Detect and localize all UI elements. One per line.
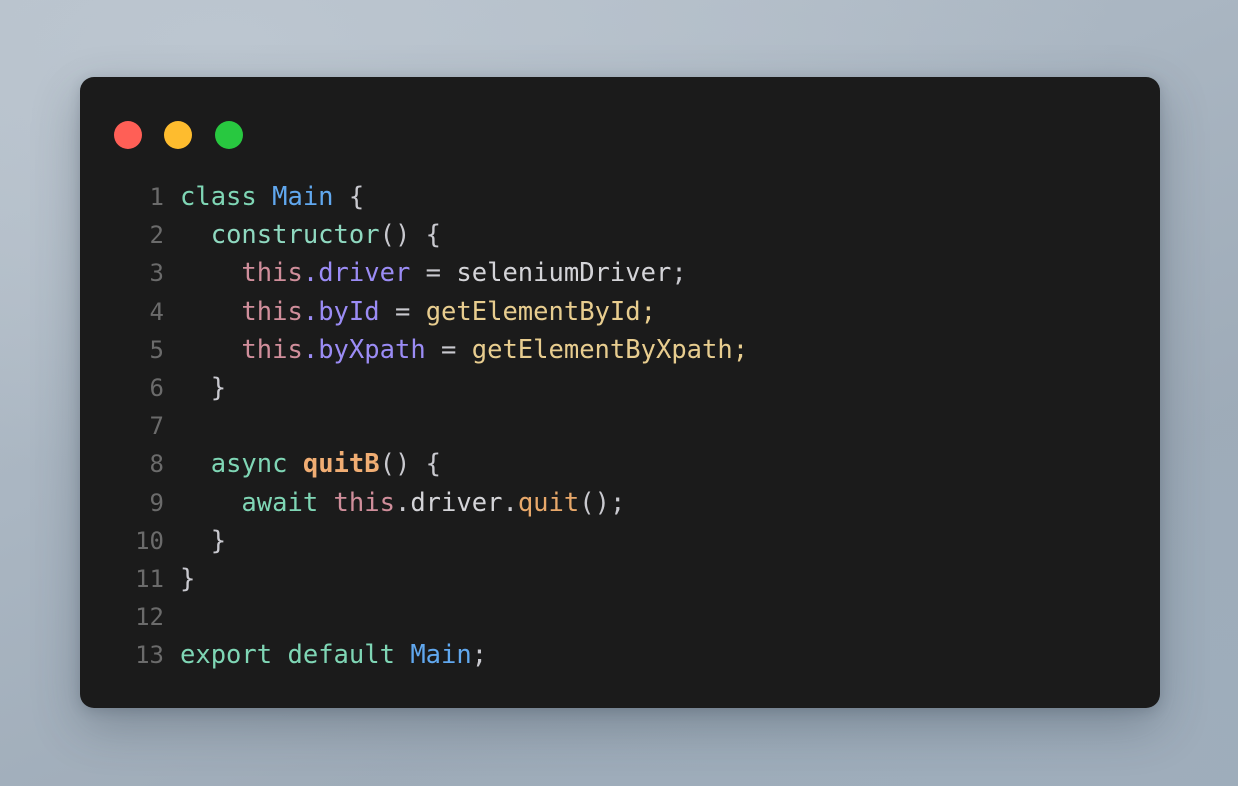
- code-token: .: [302, 296, 319, 327]
- code-token: getElementById: [425, 296, 641, 327]
- code-token: default: [287, 640, 395, 671]
- code-line-content: this.byXpath = getElementByXpath;: [180, 331, 748, 369]
- code-token: Main: [410, 640, 472, 671]
- code-token: Main: [272, 182, 334, 212]
- code-line: 9 await this.driver.quit();: [80, 484, 1160, 522]
- code-token: .: [502, 487, 518, 518]
- code-token: .: [394, 487, 411, 518]
- code-token: driver: [318, 258, 411, 289]
- code-line: 13 export default Main;: [80, 636, 1160, 674]
- code-line: 2 constructor() {: [80, 216, 1160, 254]
- code-token: this: [241, 258, 303, 289]
- code-token: seleniumDriver: [456, 258, 672, 289]
- line-number: 1: [149, 183, 164, 211]
- code-token: =: [425, 334, 472, 365]
- code-line-content: }: [180, 522, 226, 560]
- line-number: 4: [149, 297, 164, 326]
- code-editor-body[interactable]: 1 class Main {2 constructor() {3 this.dri…: [80, 178, 1160, 674]
- code-token: ;: [640, 296, 656, 327]
- code-token: async: [210, 449, 288, 480]
- code-line: 11}: [80, 560, 1160, 598]
- code-line: 10 }: [80, 522, 1160, 560]
- code-line-content: this.driver = seleniumDriver;: [180, 254, 687, 292]
- code-line-content: }: [180, 560, 195, 598]
- line-number: 3: [149, 259, 164, 288]
- line-number: 12: [135, 603, 164, 632]
- code-token: quitB: [302, 449, 380, 480]
- code-line-content: class Main {: [180, 178, 364, 216]
- code-line-content: }: [180, 369, 226, 407]
- line-number: 13: [135, 641, 164, 670]
- code-line: 3 this.driver = seleniumDriver;: [80, 254, 1160, 292]
- code-token: class: [180, 182, 257, 212]
- code-token: quit: [517, 487, 580, 518]
- line-number: 7: [149, 412, 164, 441]
- screenshot-canvas: 1 class Main {2 constructor() {3 this.dri…: [0, 0, 1238, 786]
- code-token: this: [333, 487, 395, 518]
- code-line: 5 this.byXpath = getElementByXpath;: [80, 331, 1160, 369]
- code-line: 4 this.byId = getElementById;: [80, 293, 1160, 331]
- line-number: 5: [149, 335, 164, 364]
- code-token: driver: [410, 487, 503, 518]
- line-number: 9: [149, 488, 164, 517]
- code-token: =: [379, 296, 426, 327]
- code-token: byXpath: [318, 334, 426, 365]
- code-token: ;: [732, 334, 749, 365]
- code-token: ();: [579, 487, 626, 518]
- code-token: }: [180, 563, 196, 594]
- code-token: () {: [379, 220, 442, 251]
- code-token: this: [241, 334, 303, 365]
- code-line: 8 async quitB() {: [80, 445, 1160, 483]
- code-token: .: [302, 258, 319, 289]
- maximize-button[interactable]: [215, 121, 243, 149]
- code-token: () {: [379, 449, 442, 480]
- code-line: 6 }: [80, 369, 1160, 407]
- code-token: this: [241, 296, 303, 327]
- code-token: }: [180, 525, 227, 556]
- line-number: 6: [149, 373, 164, 402]
- code-token: =: [410, 258, 457, 289]
- code-token: }: [180, 372, 227, 403]
- code-token: {: [333, 182, 365, 212]
- line-number: 11: [135, 564, 164, 593]
- code-snippet-window: 1 class Main {2 constructor() {3 this.dri…: [80, 77, 1160, 708]
- code-line: 7: [80, 407, 1160, 445]
- line-number: 2: [149, 221, 164, 250]
- code-line: 1 class Main {: [80, 178, 1160, 216]
- code-token: ;: [671, 258, 687, 289]
- code-line-content: this.byId = getElementById;: [180, 293, 656, 331]
- code-token: export: [180, 640, 273, 671]
- code-token: constructor: [210, 220, 380, 251]
- code-line-content: constructor() {: [180, 216, 441, 254]
- line-number: 8: [149, 450, 164, 479]
- line-number: 10: [135, 526, 164, 555]
- code-line-content: async quitB() {: [180, 445, 441, 483]
- close-button[interactable]: [114, 121, 142, 149]
- code-token: byId: [318, 296, 380, 327]
- code-token: await: [241, 487, 319, 518]
- code-token: .: [302, 334, 319, 365]
- code-token: ;: [471, 640, 488, 671]
- code-line-content: await this.driver.quit();: [180, 484, 625, 522]
- code-line: 12: [80, 598, 1160, 636]
- code-token: getElementByXpath: [471, 334, 733, 365]
- minimize-button[interactable]: [164, 121, 192, 149]
- code-line-content: export default Main;: [180, 636, 487, 674]
- window-titlebar: [80, 77, 1160, 189]
